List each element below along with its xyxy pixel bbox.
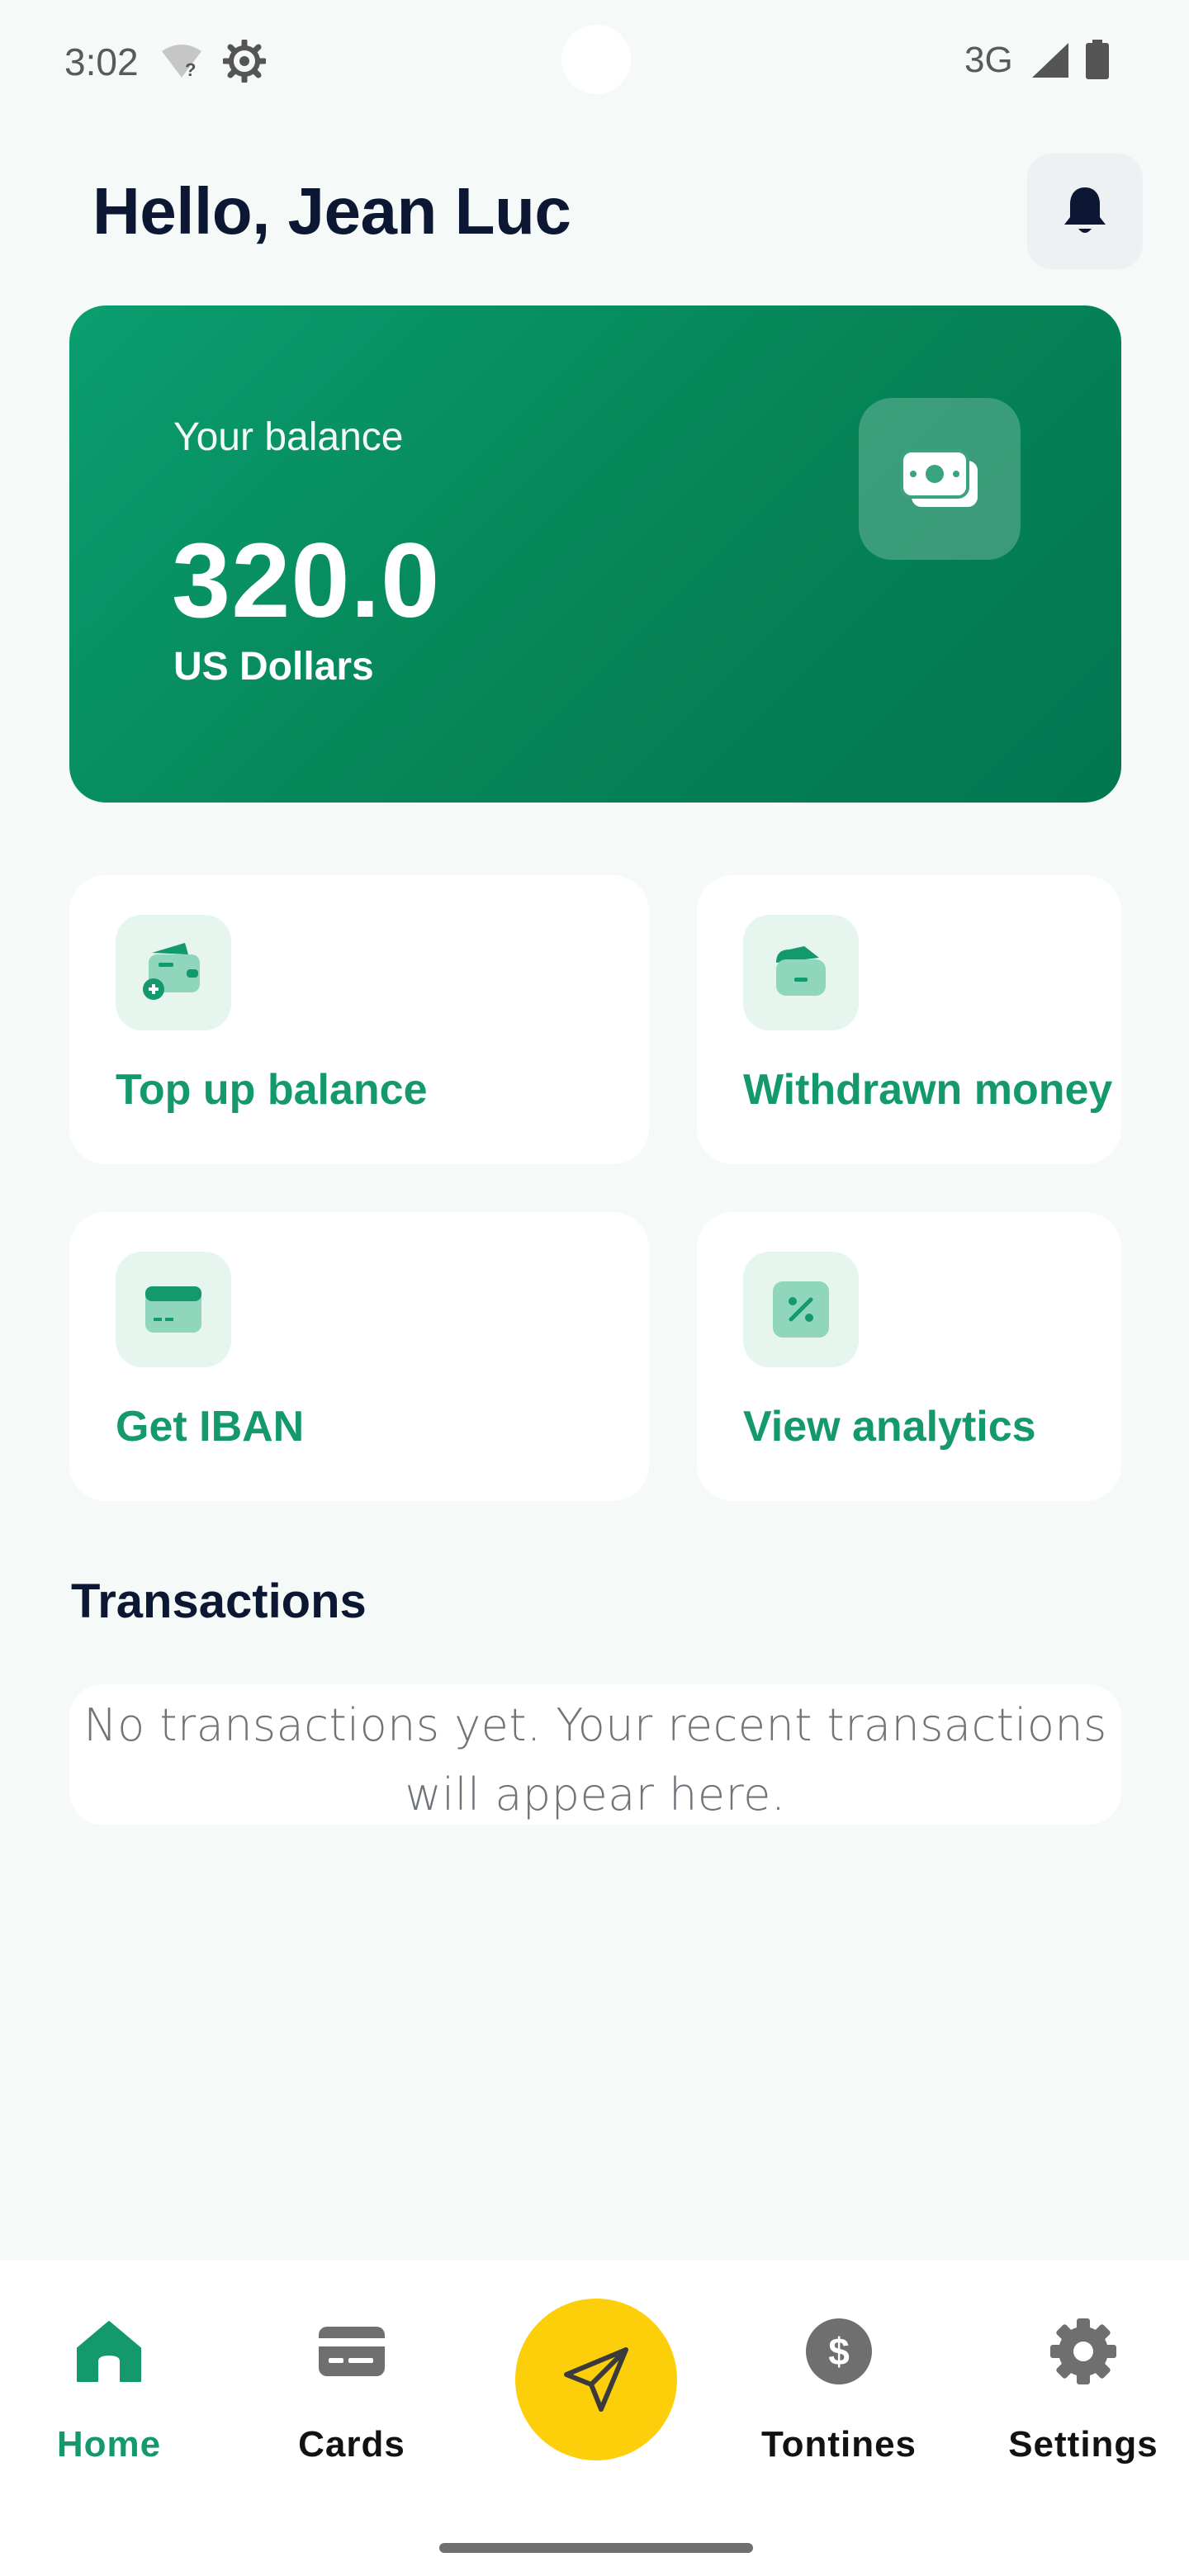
wallet-add-icon: [116, 915, 231, 1030]
balance-label: Your balance: [173, 415, 404, 459]
send-icon: [564, 2347, 628, 2412]
nav-tontines[interactable]: $ Tontines: [740, 2310, 938, 2465]
nav-settings[interactable]: Settings: [984, 2310, 1182, 2465]
greeting-title: Hello, Jean Luc: [92, 174, 571, 248]
top-up-balance-label: Top up balance: [116, 1066, 428, 1114]
withdrawn-money-button[interactable]: Withdrawn money: [697, 875, 1121, 1164]
nav-cards-label: Cards: [298, 2424, 405, 2465]
view-analytics-label: View analytics: [743, 1403, 1036, 1451]
wifi-question-icon: ?: [160, 43, 203, 83]
percent-icon: [743, 1252, 859, 1367]
top-up-balance-button[interactable]: Top up balance: [69, 875, 649, 1164]
gear-icon: [221, 38, 268, 87]
balance-amount: 320.0: [172, 522, 441, 640]
wallet-withdraw-icon: [743, 915, 859, 1030]
network-type: 3G: [964, 40, 1013, 80]
nav-settings-label: Settings: [1008, 2424, 1158, 2465]
card-icon: [116, 1252, 231, 1367]
transactions-title: Transactions: [71, 1574, 367, 1628]
nav-home[interactable]: Home: [10, 2310, 208, 2465]
balance-currency: US Dollars: [173, 645, 374, 689]
dollar-circle-icon: $: [740, 2310, 938, 2393]
credit-card-icon: [253, 2310, 451, 2393]
signal-icon: [1029, 41, 1070, 83]
home-icon: [10, 2310, 208, 2393]
withdrawn-money-label: Withdrawn money: [743, 1066, 1113, 1114]
svg-text:$: $: [828, 2330, 850, 2373]
status-time: 3:02: [64, 40, 139, 83]
get-iban-button[interactable]: Get IBAN: [69, 1212, 649, 1501]
cash-icon: [859, 398, 1021, 560]
get-iban-label: Get IBAN: [116, 1403, 305, 1451]
status-bar: 3:02 ? 3G: [0, 0, 1189, 124]
svg-text:?: ?: [185, 59, 196, 79]
balance-card: Your balance 320.0 US Dollars: [69, 305, 1121, 803]
camera-cutout: [561, 25, 631, 94]
send-money-button[interactable]: [515, 2299, 677, 2460]
home-indicator[interactable]: [439, 2543, 753, 2553]
nav-tontines-label: Tontines: [760, 2424, 917, 2465]
transactions-empty-state: No transactions yet. Your recent transac…: [69, 1684, 1121, 1825]
battery-icon: [1085, 40, 1110, 83]
nav-home-label: Home: [56, 2424, 162, 2465]
nav-cards[interactable]: Cards: [253, 2310, 451, 2465]
settings-gear-icon: [984, 2310, 1182, 2393]
bell-icon: [1064, 187, 1106, 233]
transactions-empty-text: No transactions yet. Your recent transac…: [83, 1699, 1107, 1821]
view-analytics-button[interactable]: View analytics: [697, 1212, 1121, 1501]
notifications-button[interactable]: [1027, 154, 1143, 269]
